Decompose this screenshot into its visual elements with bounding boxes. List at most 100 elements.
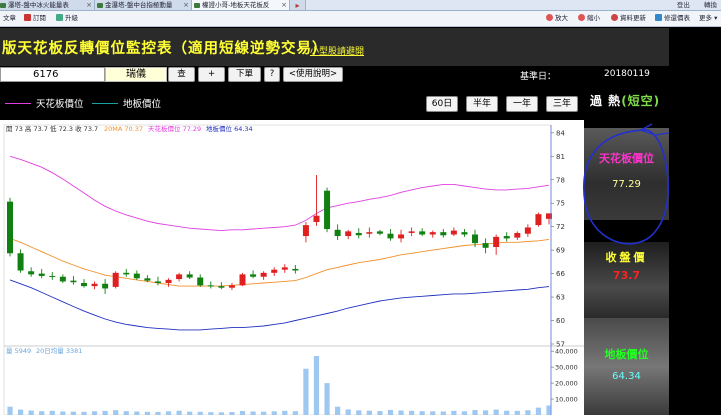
candle-body[interactable] (112, 272, 119, 287)
candle-body[interactable] (7, 201, 13, 254)
period-60d-button[interactable]: 60日 (426, 96, 458, 112)
candle-body[interactable] (207, 285, 214, 287)
volume-bar (165, 411, 172, 415)
ceiling-price-title: 天花板價位 (599, 152, 654, 165)
candle-body[interactable] (408, 231, 415, 233)
logout-button[interactable]: 登出 (677, 1, 690, 9)
candle-body[interactable] (419, 231, 426, 235)
small-cap-warning-link[interactable]: 小型股請避開 (310, 44, 364, 57)
candle-body[interactable] (450, 230, 457, 235)
candle-body[interactable] (154, 281, 161, 283)
volume-bar (28, 410, 34, 415)
candle-body[interactable] (49, 275, 56, 277)
candle-body[interactable] (70, 280, 77, 283)
candle-body[interactable] (176, 274, 183, 280)
close-icon[interactable]: × (86, 0, 92, 10)
candle-body[interactable] (281, 267, 288, 270)
stock-code-input[interactable]: 6176 (0, 67, 105, 82)
candle-body[interactable] (429, 232, 436, 235)
refresh-button[interactable]: 資料更新 (611, 11, 646, 26)
candle-body[interactable] (535, 214, 542, 226)
tab-momentum[interactable]: 金瀑塔-盤中台指極動量 × (95, 0, 192, 10)
candle-body[interactable] (345, 231, 352, 237)
candle-body[interactable] (80, 282, 87, 287)
candle-body[interactable] (59, 276, 66, 282)
candle-body[interactable] (38, 273, 45, 276)
tab-ice-fire[interactable]: 瀑塔-盤中冰火能量表 × (0, 0, 95, 10)
volume-bar (239, 411, 246, 415)
volume-bar (303, 368, 309, 415)
candle-body[interactable] (493, 236, 500, 248)
volume-info-text: 量 5949 (6, 347, 31, 355)
candle-body[interactable] (503, 236, 510, 239)
candle-body[interactable] (239, 274, 246, 286)
volume-bar (7, 406, 13, 415)
volume-bar (91, 411, 98, 415)
candle-body[interactable] (324, 190, 331, 230)
candle-body[interactable] (17, 253, 24, 271)
candle-body[interactable] (313, 215, 320, 222)
candle-body[interactable] (398, 234, 405, 239)
candle-body[interactable] (387, 233, 394, 239)
candle-body[interactable] (472, 234, 479, 244)
page-icon (0, 3, 6, 8)
candle-body[interactable] (123, 272, 130, 275)
plot-frame (3, 124, 552, 415)
candle-body[interactable] (514, 232, 521, 238)
upgrade-icon (56, 14, 63, 21)
new-tab-button[interactable]: ▸ (290, 0, 306, 10)
volume-bar (250, 411, 256, 415)
order-button[interactable]: 下單 (228, 67, 261, 82)
query-button[interactable]: 查 (168, 67, 195, 82)
zoom-out-icon (578, 14, 585, 21)
zoom-in-button[interactable]: 放大 (546, 11, 568, 26)
candle-body[interactable] (165, 279, 172, 283)
volume-bar (102, 410, 108, 415)
help-question-button[interactable]: ? (264, 67, 280, 82)
zoom-out-button[interactable]: 縮小 (578, 11, 600, 26)
candle-body[interactable] (133, 273, 140, 279)
tab-ceiling-floor[interactable]: 權證小哥-地板天花板反 × (192, 0, 290, 10)
subscribe-button[interactable]: 訂閱 (24, 11, 46, 26)
candle-body[interactable] (91, 283, 98, 287)
chart-canvas[interactable]: 5760636669727578818410,00020,00030,00040… (0, 120, 584, 415)
period-three-year-button[interactable]: 三年 (546, 96, 578, 112)
candle-body[interactable] (271, 269, 278, 273)
candle-body[interactable] (355, 232, 362, 236)
upgrade-button[interactable]: 升級 (56, 11, 78, 26)
candle-body[interactable] (228, 285, 235, 288)
refresh-icon (611, 14, 618, 21)
candle-body[interactable] (482, 243, 489, 248)
volume-bar (17, 409, 24, 415)
page-title: 版天花板反轉價位監控表（適用短線逆勢交易） (2, 41, 328, 57)
candle-body[interactable] (144, 278, 151, 281)
period-one-year-button[interactable]: 一年 (506, 96, 538, 112)
candle-body[interactable] (186, 274, 193, 278)
period-half-year-button[interactable]: 半年 (466, 96, 498, 112)
candle-body[interactable] (302, 225, 309, 237)
close-icon[interactable]: × (183, 0, 189, 10)
candle-body[interactable] (334, 229, 341, 237)
candle-body[interactable] (292, 268, 299, 271)
candle-body[interactable] (260, 272, 267, 277)
candle-body[interactable] (440, 232, 447, 236)
candle-body[interactable] (461, 232, 468, 235)
floor-price-title: 地板價位 (604, 348, 649, 361)
candle-body[interactable] (28, 271, 35, 275)
add-button[interactable]: + (198, 67, 225, 82)
candle-body[interactable] (102, 283, 109, 289)
price-chart[interactable]: 57 60 63 66 69 72 75 78 81 84 10,000 20,000 30,000 40… (0, 120, 584, 415)
candle-body[interactable] (366, 232, 373, 234)
candle-body[interactable] (524, 227, 531, 234)
price-tick-label: 66 (556, 270, 565, 278)
candle-body[interactable] (250, 274, 257, 277)
candle-body[interactable] (218, 286, 225, 288)
close-icon[interactable]: × (281, 0, 287, 10)
switch-button[interactable]: 轉換 (704, 1, 717, 9)
candle-body[interactable] (376, 231, 383, 234)
more-button[interactable]: 更多 ▾ (699, 11, 717, 26)
edit-table-button[interactable]: 修還價表 (655, 11, 690, 26)
article-button[interactable]: 文章 (3, 11, 16, 26)
candle-body[interactable] (197, 277, 204, 286)
usage-guide-button[interactable]: <使用說明> (283, 67, 343, 82)
